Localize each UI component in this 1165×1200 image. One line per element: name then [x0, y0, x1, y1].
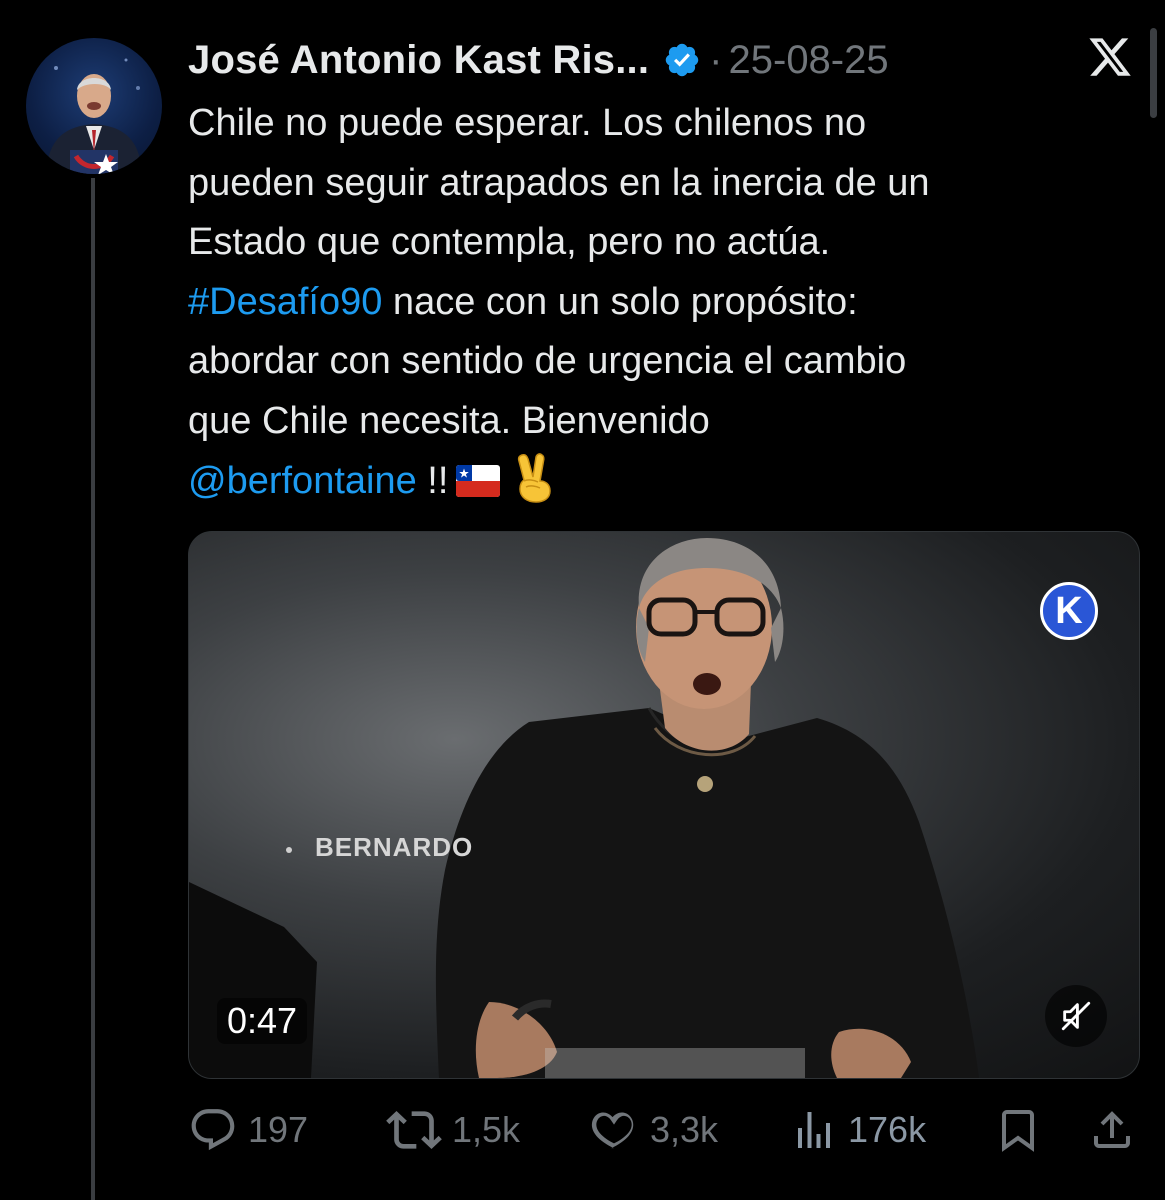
reply-count: 197 — [248, 1109, 309, 1150]
like-count: 3,3k — [650, 1109, 719, 1150]
x-logo-icon — [1089, 38, 1131, 76]
tweet-header: José Antonio Kast Ris... · 25-08-25 — [188, 32, 889, 88]
tweet-text-line: que Chile necesita. Bienvenido — [188, 399, 710, 442]
verified-badge-icon — [665, 43, 699, 77]
tweet-text-line: Estado que contempla, pero no actúa. — [188, 221, 831, 263]
video-duration: 0:47 — [217, 998, 308, 1044]
bookmark-button[interactable] — [994, 1100, 1052, 1160]
tweet-text-line: pueden seguir atrapados en la inercia de… — [188, 161, 930, 204]
repost-button[interactable]: 1,5k — [386, 1100, 520, 1160]
video-frame — [189, 538, 979, 1078]
tweet-text-line: Chile no puede esperar. Los chilenos no — [188, 102, 867, 144]
tweet-text-fragment: !! — [416, 460, 449, 502]
reply-icon — [191, 1109, 235, 1151]
bookmark-icon — [1002, 1110, 1034, 1152]
tweet-date[interactable]: 25-08-25 — [729, 38, 889, 83]
tweet-text-fragment: nace con un solo propósito: — [382, 280, 858, 323]
header-separator: · — [709, 37, 723, 82]
share-icon — [1094, 1111, 1130, 1148]
scrollbar[interactable] — [1150, 28, 1157, 118]
tweet-text-line: abordar con sentido de urgencia el cambi… — [188, 340, 907, 382]
tweet-text-line: #Desafío90 nace con un solo propósito: — [188, 273, 1118, 333]
views-count: 176k — [848, 1109, 927, 1150]
views-button[interactable]: 176k — [790, 1100, 926, 1160]
reply-button[interactable]: 197 — [188, 1100, 308, 1160]
repost-count: 1,5k — [452, 1109, 521, 1150]
thread-line — [91, 178, 95, 1200]
like-icon — [591, 1112, 634, 1149]
author-name[interactable]: José Antonio Kast Ris... — [188, 38, 649, 83]
views-icon — [798, 1112, 830, 1148]
mute-icon — [1061, 1001, 1091, 1031]
chile-flag-icon — [456, 465, 501, 497]
action-bar: 197 1,5k 3,3k 176k — [188, 1100, 1138, 1160]
avatar[interactable] — [26, 38, 162, 174]
mention-link[interactable]: @berfontaine — [188, 460, 417, 502]
tweet-text-line: @berfontaine !! — [188, 451, 1118, 512]
channel-logo: K — [1040, 582, 1098, 640]
repost-icon — [386, 1111, 442, 1149]
like-button[interactable]: 3,3k — [588, 1100, 718, 1160]
tweet-text: Chile no puede esperar. Los chilenos no … — [188, 94, 1118, 512]
mute-button[interactable] — [1045, 985, 1107, 1047]
video-overlay-name: BERNARDO — [315, 832, 474, 862]
video-player[interactable]: K BERNARDO 0:47 — [188, 531, 1140, 1079]
hashtag-link[interactable]: #Desafío90 — [188, 281, 382, 323]
share-button[interactable] — [1088, 1100, 1146, 1160]
victory-hand-icon — [518, 453, 552, 503]
